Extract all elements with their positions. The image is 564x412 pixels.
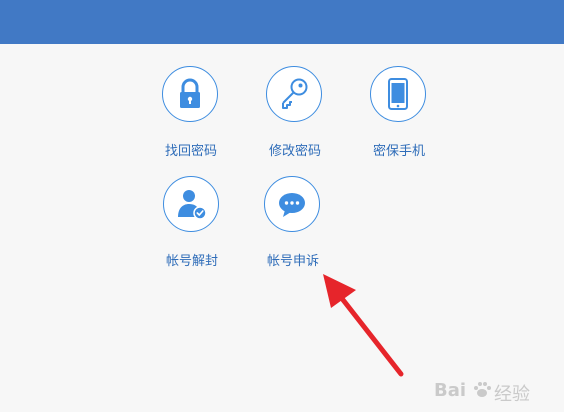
- tile-label-security-phone: 密保手机: [372, 144, 425, 159]
- tile-label-account-unblock: 帐号解封: [165, 254, 218, 269]
- key-icon: [282, 78, 308, 109]
- phone-icon: [388, 78, 408, 110]
- change-password-button[interactable]: 修改密码: [250, 66, 340, 166]
- lock-icon: [180, 78, 200, 108]
- phone-icon-circle: [370, 66, 426, 122]
- user-check-icon-circle: [163, 176, 219, 232]
- account-unblock-button[interactable]: 帐号解封: [147, 176, 237, 276]
- tile-label-account-appeal: 帐号申诉: [266, 254, 319, 269]
- chat-bubble-icon-circle: [264, 176, 320, 232]
- chat-bubble-icon: [279, 193, 305, 217]
- paw-icon: [474, 382, 491, 397]
- header-bar: [0, 0, 564, 44]
- watermark-suffix: 经验: [494, 384, 530, 405]
- key-icon-circle: [266, 66, 322, 122]
- user-check-icon: [178, 190, 207, 220]
- lock-icon-circle: [162, 66, 218, 122]
- retrieve-password-button[interactable]: 找回密码: [146, 66, 236, 166]
- account-appeal-button[interactable]: 帐号申诉: [248, 176, 338, 276]
- security-phone-button[interactable]: 密保手机: [354, 66, 444, 166]
- watermark-brand: Bai: [434, 380, 467, 401]
- tile-label-retrieve-password: 找回密码: [164, 144, 217, 159]
- tile-label-change-password: 修改密码: [268, 144, 321, 159]
- baidu-watermark: Bai 经验: [434, 376, 554, 405]
